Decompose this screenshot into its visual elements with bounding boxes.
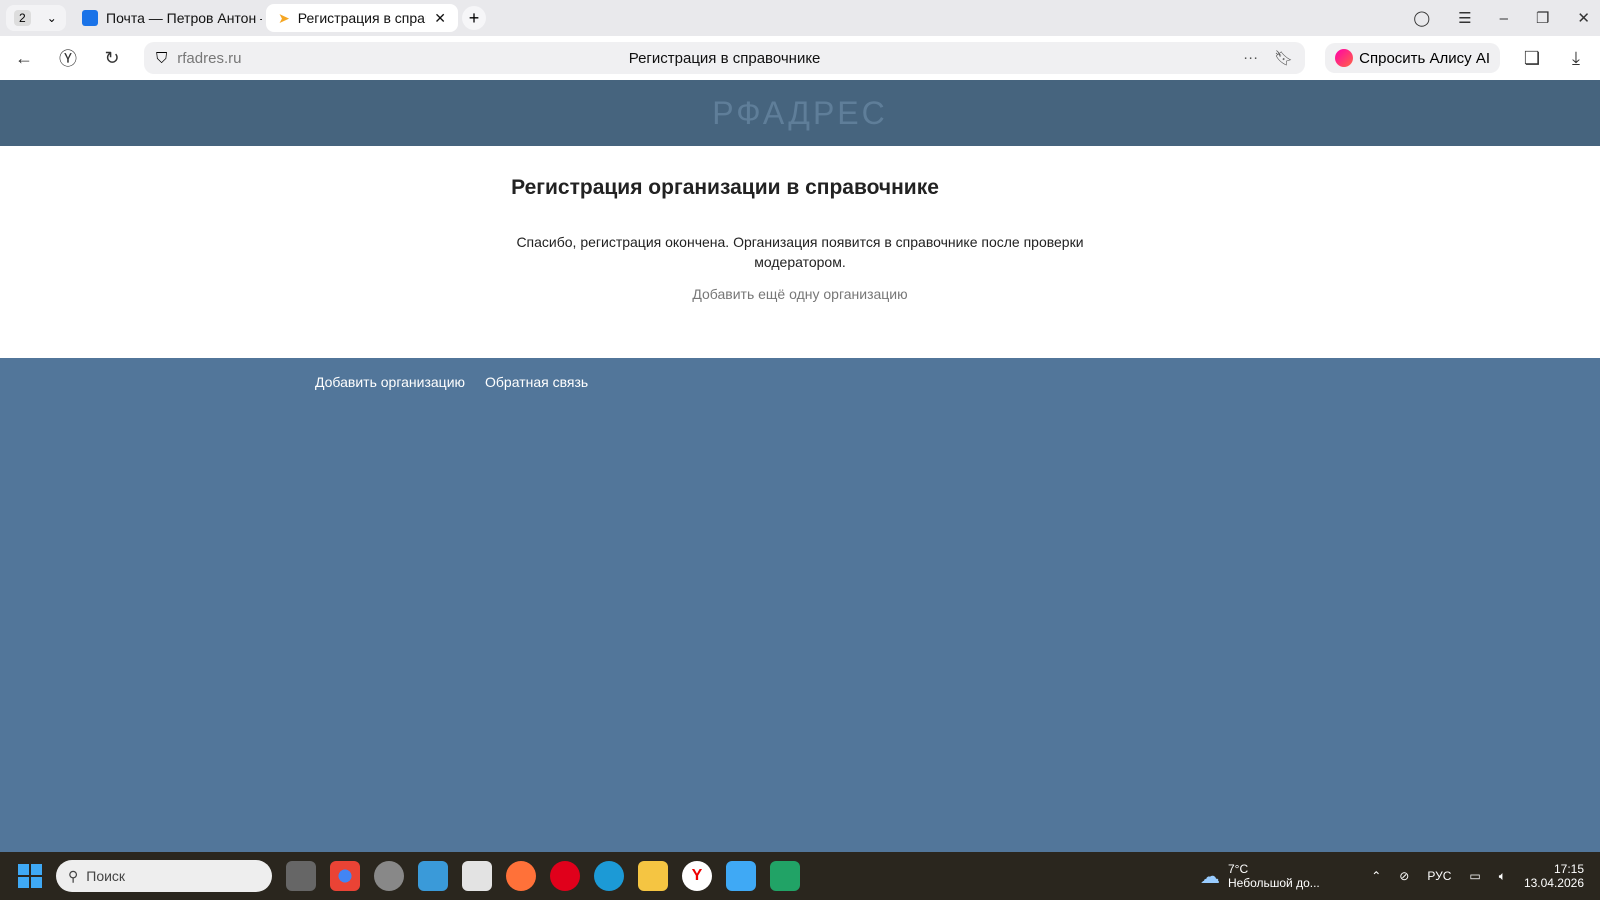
explorer-icon[interactable] [638, 861, 668, 891]
menu-icon[interactable]: ☰ [1458, 9, 1471, 27]
chrome-icon[interactable] [330, 861, 360, 891]
search-icon: ⚲ [68, 867, 79, 884]
time: 17:15 [1553, 862, 1584, 876]
address-bar-row: ← Ⓨ ↻ ⛉ rfadres.ru Регистрация в справоч… [0, 36, 1600, 80]
site-footer: Добавить организацию Обратная связь [0, 358, 1600, 848]
store-icon[interactable] [462, 861, 492, 891]
taskbar-search[interactable]: ⚲ Поиск [56, 860, 272, 892]
page-title: Регистрация в справочнике [628, 49, 821, 67]
minimize-button[interactable]: – [1500, 10, 1508, 27]
yandex-browser-icon[interactable]: Y [682, 861, 712, 891]
add-another-link[interactable]: Добавить ещё одну организацию [0, 286, 1600, 302]
restore-button[interactable]: ❐ [1536, 9, 1549, 27]
back-icon[interactable]: ← [12, 48, 36, 69]
paint-icon[interactable] [418, 861, 448, 891]
network-off-icon[interactable]: ⊘ [1399, 869, 1409, 883]
close-window-button[interactable]: ✕ [1577, 9, 1590, 27]
more-icon[interactable]: ··· [1243, 49, 1258, 67]
outlook-icon [82, 10, 98, 26]
page-heading: Регистрация организации в справочнике [511, 176, 939, 199]
footer-add-organization-link[interactable]: Добавить организацию [315, 374, 465, 848]
clock[interactable]: 17:15 13.04.2026 [1524, 862, 1584, 890]
navigation-arrow-icon: ➤ [278, 9, 290, 26]
cloud-icon: ☁ [1200, 865, 1220, 888]
alisa-button[interactable]: Спросить Алису AI [1325, 43, 1500, 73]
tab-title: Регистрация в справочнике [297, 10, 427, 26]
date: 13.04.2026 [1523, 876, 1584, 890]
tab-count-button[interactable]: 2 ⌄ [6, 5, 66, 31]
site-logo[interactable]: РФАДРЕС [712, 95, 887, 132]
edge-icon[interactable] [594, 861, 624, 891]
tab-count: 2 [14, 10, 31, 26]
settings-icon[interactable] [374, 861, 404, 891]
download-icon[interactable]: ⤓ [1564, 48, 1588, 69]
shield-icon: ⛉ [156, 49, 168, 67]
language-indicator[interactable]: РУС [1427, 869, 1451, 883]
chevron-down-icon: ⌄ [46, 11, 57, 25]
task-view-icon[interactable] [286, 861, 316, 891]
search-placeholder: Поиск [86, 868, 126, 884]
tab-mail[interactable]: Почта — Петров Антон — [70, 4, 262, 32]
bookmark-icon[interactable]: 🔖︎ [1274, 49, 1293, 67]
chevron-up-icon[interactable]: ⌃ [1371, 869, 1381, 883]
site-header: РФАДРЕС [0, 80, 1600, 146]
tab-registration[interactable]: ➤ Регистрация в справочнике ✕ [266, 4, 458, 32]
alisa-label: Спросить Алису AI [1359, 49, 1490, 67]
volume-icon[interactable]: 🔈︎ [1499, 869, 1506, 884]
footer-feedback-link[interactable]: Обратная связь [485, 374, 588, 848]
weather-desc: Небольшой до... [1228, 876, 1320, 890]
tab-bar: 2 ⌄ Почта — Петров Антон — ➤ Регистрация в… [0, 0, 1600, 36]
alisa-icon [1335, 49, 1354, 67]
display-icon[interactable]: ▭ [1469, 869, 1480, 883]
new-tab-button[interactable]: + [462, 6, 486, 30]
opera-icon[interactable] [550, 861, 580, 891]
notepad-icon[interactable] [726, 861, 756, 891]
tab-title: Почта — Петров Антон — [106, 10, 262, 26]
windows-start-icon[interactable] [18, 864, 42, 888]
close-tab-icon[interactable]: ✕ [434, 10, 446, 27]
firefox-icon[interactable] [506, 861, 536, 891]
address-input[interactable]: ⛉ rfadres.ru Регистрация в справочнике ·… [144, 42, 1306, 74]
main-content: Регистрация организации в справочнике Сп… [0, 146, 1600, 358]
weather-temp: 7°C [1228, 862, 1249, 876]
taskbar: ⚲ Поиск Y ☁ 7°C Небольшой до... ⌃ ⊘ РУС ▭ 🔈… [0, 852, 1600, 900]
url-host: rfadres.ru [177, 49, 242, 67]
collections-icon[interactable]: ❏ [1520, 48, 1544, 69]
reload-icon[interactable]: ↻ [100, 48, 124, 69]
weather-widget[interactable]: ☁ 7°C Небольшой до... [1200, 862, 1320, 890]
yandex-icon[interactable]: Ⓨ [56, 45, 80, 71]
spreadsheet-icon[interactable] [770, 861, 800, 891]
success-message: Спасибо, регистрация окончена. Организац… [516, 234, 1084, 270]
profile-icon[interactable]: ◯ [1413, 9, 1430, 27]
